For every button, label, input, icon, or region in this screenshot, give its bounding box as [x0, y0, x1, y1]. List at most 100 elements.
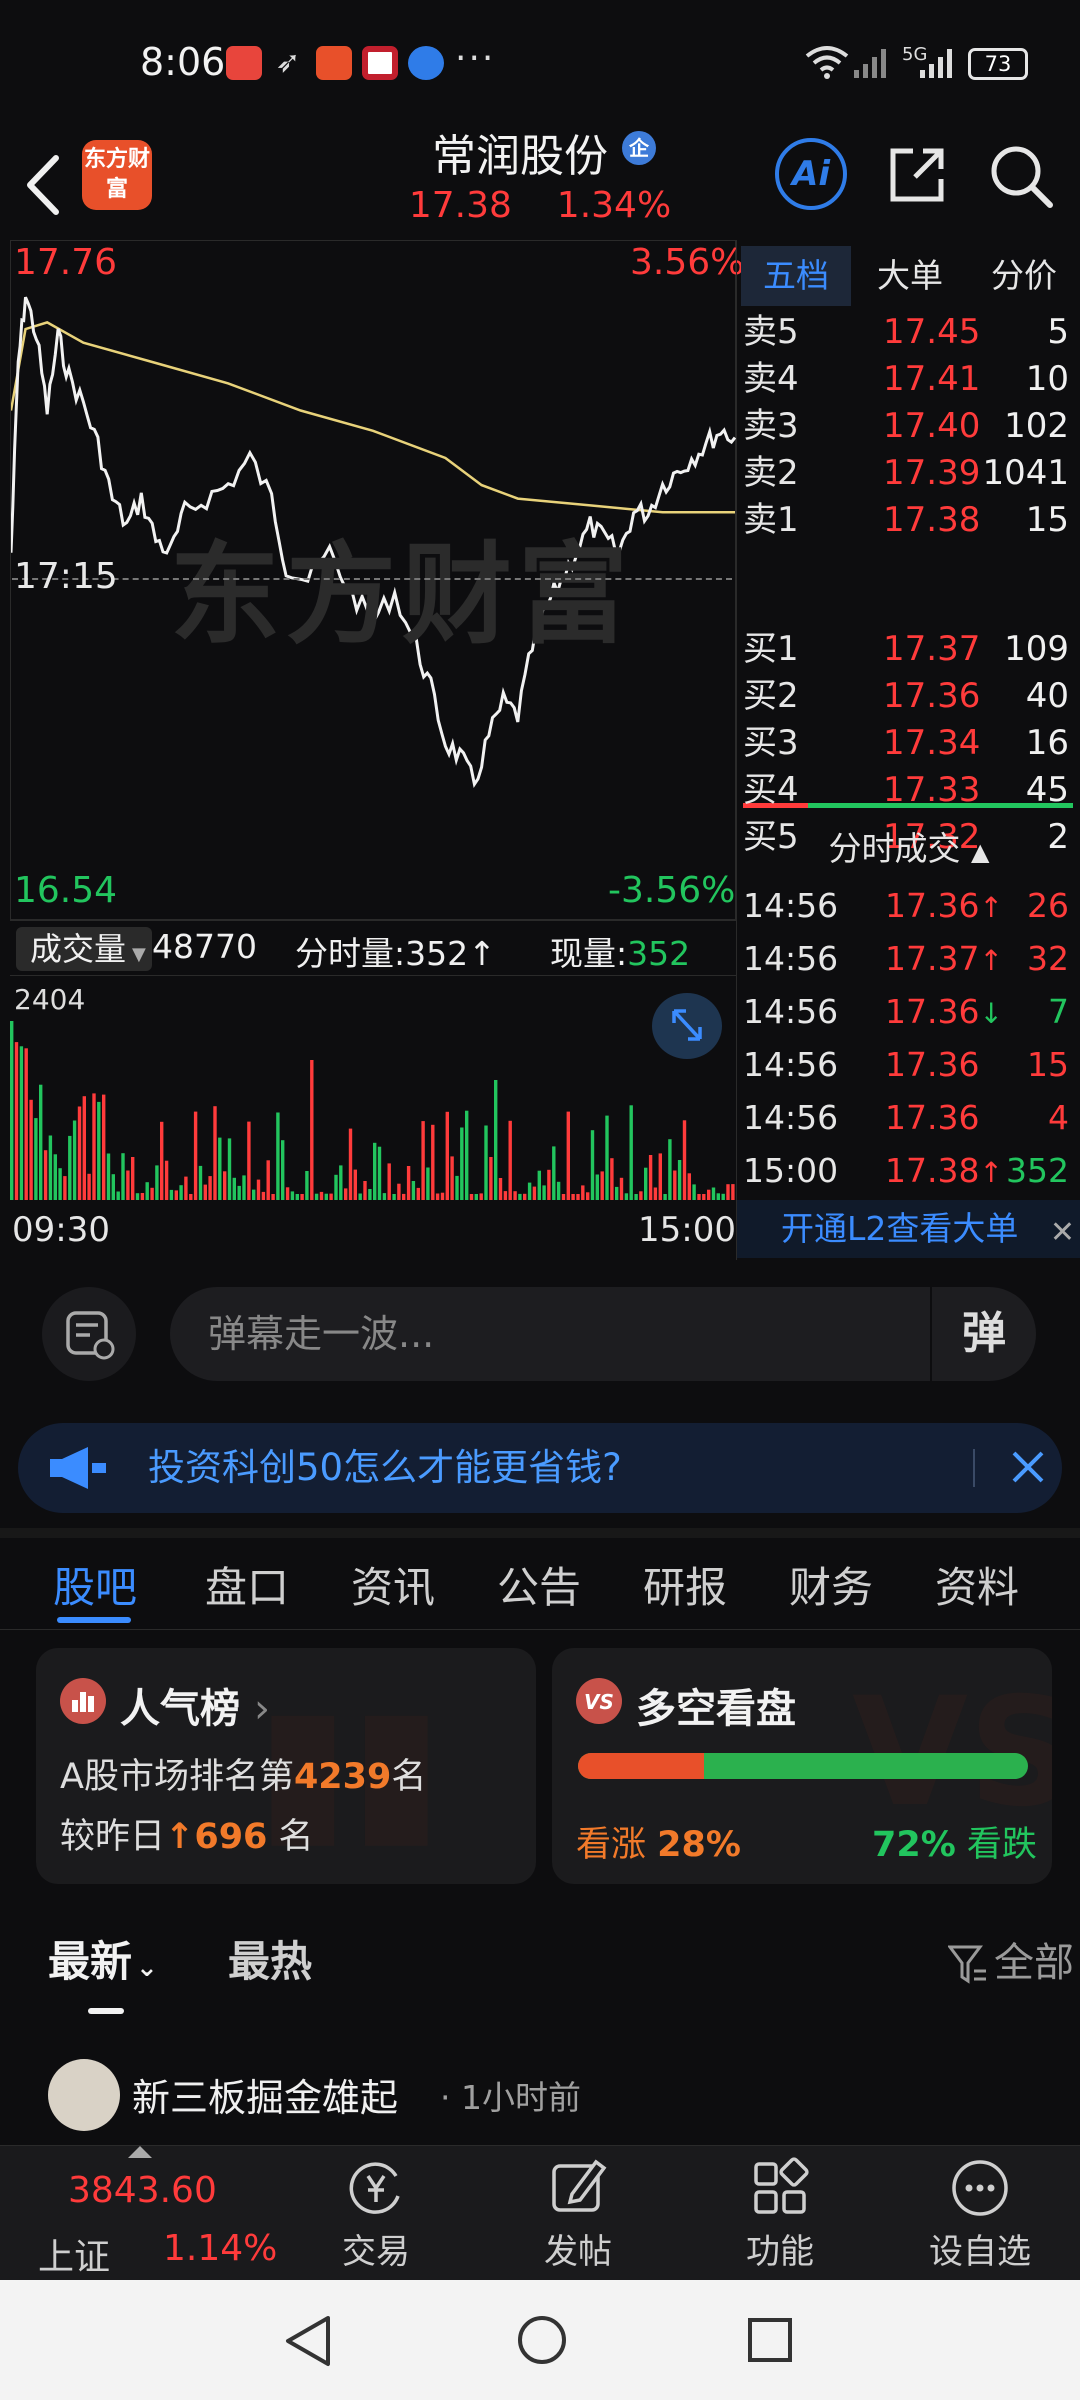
volume-bar — [726, 1184, 730, 1200]
post-item[interactable]: 新三板掘金雄起 · 1小时前 — [0, 2055, 1080, 2145]
tab-five-levels[interactable]: 五档 — [741, 246, 851, 306]
index-change[interactable]: 1.14% — [163, 2228, 277, 2269]
search-icon[interactable] — [988, 143, 1054, 209]
announcement-text[interactable]: 投资科创50怎么才能更省钱? — [148, 1423, 622, 1513]
popularity-title: 人气榜 › — [120, 1686, 270, 1732]
indicator-select[interactable]: 成交量 ▼ — [16, 927, 152, 971]
volume-bar — [242, 1175, 246, 1200]
volume-bar — [111, 1174, 115, 1200]
ask-row[interactable]: 卖3 17.40 102 — [743, 402, 1077, 450]
grid-icon — [754, 2157, 809, 2214]
l2-promo-banner[interactable]: 开通L2查看大单 ✕ — [737, 1200, 1080, 1258]
tab-research[interactable]: 研报 — [630, 1554, 740, 1615]
volume-bar — [58, 1168, 62, 1200]
popularity-card[interactable]: ▮▮ 人气榜 › A股市场排名第4239名 较昨日↑696 名 — [36, 1648, 536, 1884]
volume-bar — [566, 1111, 570, 1200]
bid-row[interactable]: 买1 17.37 109 — [743, 625, 1077, 673]
tab-big-orders[interactable]: 大单 — [855, 246, 965, 306]
expand-chart-button[interactable] — [652, 993, 722, 1059]
trade-button[interactable]: 交易 — [306, 2156, 446, 2273]
filter-button[interactable]: 全部 — [947, 1930, 1074, 1988]
avatar[interactable] — [48, 2059, 120, 2131]
volume-bar — [702, 1194, 706, 1200]
volume-bar — [595, 1174, 599, 1200]
bid-qty: 40 — [1025, 676, 1069, 716]
volume-bar — [290, 1191, 295, 1200]
bid-price: 17.34 — [883, 723, 981, 763]
post-button[interactable]: 发帖 — [508, 2156, 648, 2273]
tab-price-distribution[interactable]: 分价 — [969, 246, 1079, 306]
volume-bar — [164, 1160, 169, 1200]
bid-row[interactable]: 买3 17.34 16 — [743, 719, 1077, 767]
volume-bar — [523, 1193, 527, 1200]
ask-row[interactable]: 卖4 17.41 10 — [743, 355, 1077, 403]
tick-time: 14:56 — [743, 1098, 839, 1137]
volume-bar — [619, 1177, 624, 1200]
volume-bar — [600, 1171, 604, 1200]
volume-bar-chart — [10, 1021, 735, 1200]
tab-market-depth[interactable]: 盘口 — [192, 1554, 302, 1615]
nav-home-icon[interactable] — [514, 2312, 570, 2368]
rank-change: 较昨日↑696 名 — [60, 1817, 314, 1857]
close-icon[interactable] — [998, 1437, 1058, 1497]
volume-bar — [160, 1121, 164, 1200]
tick-price: 17.36↑ — [885, 886, 1003, 925]
bid-row[interactable]: 买4 17.33 45 — [743, 766, 1077, 814]
volume-bar — [421, 1121, 425, 1200]
volume-bar — [140, 1193, 145, 1200]
volume-bar — [687, 1173, 691, 1200]
tab-financials[interactable]: 财务 — [776, 1554, 886, 1615]
post-username[interactable]: 新三板掘金雄起 — [132, 2067, 398, 2122]
volume-bar — [634, 1194, 638, 1200]
tick-time: 14:56 — [743, 886, 839, 925]
volume-bar — [174, 1190, 178, 1200]
tab-forum[interactable]: 股吧 — [40, 1554, 150, 1615]
share-icon[interactable] — [885, 143, 949, 207]
more-notifications-icon: ··· — [455, 38, 496, 79]
danmaku-toggle-button[interactable]: 弹 — [930, 1287, 1036, 1381]
enterprise-badge: 企 — [622, 131, 656, 165]
volume-bar — [92, 1093, 96, 1200]
add-watchlist-button[interactable]: 设自选 — [910, 2156, 1050, 2273]
volume-bar — [537, 1170, 541, 1200]
danmaku-input[interactable]: 弹幕走一波... 弹 — [170, 1287, 1036, 1381]
tab-announcements[interactable]: 公告 — [484, 1554, 594, 1615]
market-rank: A股市场排名第4239名 — [60, 1757, 427, 1797]
tab-profile[interactable]: 资料 — [922, 1554, 1032, 1615]
promo-announcement[interactable]: 投资科创50怎么才能更省钱? — [18, 1423, 1062, 1513]
sort-hot[interactable]: 最热 — [228, 1928, 312, 1989]
volume-bar — [193, 1111, 198, 1200]
volume-bar — [445, 1111, 449, 1200]
tick-trades-title[interactable]: 分时成交 ▲ — [737, 822, 1080, 870]
tick-row: 15:00 17.38↑ 352 — [743, 1145, 1077, 1197]
functions-button[interactable]: 功能 — [710, 2156, 850, 2273]
close-icon[interactable]: ✕ — [1050, 1204, 1075, 1262]
tab-news[interactable]: 资讯 — [338, 1554, 448, 1615]
volume-bar — [227, 1138, 232, 1200]
bid-price: 17.37 — [883, 629, 981, 669]
huawei-app-icon — [226, 46, 262, 80]
nav-back-icon[interactable] — [280, 2312, 336, 2370]
nav-recents-icon[interactable] — [744, 2314, 796, 2366]
volume-info-bar: 成交量 ▼ 48770 分时量:352↑ 现量:352 — [10, 920, 736, 976]
volume-bar — [344, 1188, 348, 1200]
volume-bar — [295, 1194, 299, 1200]
ask-row[interactable]: 卖1 17.38 15 — [743, 496, 1077, 544]
index-name[interactable]: 上证 — [38, 2228, 110, 2280]
expand-icon — [672, 1009, 702, 1041]
bid-row[interactable]: 买2 17.36 40 — [743, 672, 1077, 720]
volume-bar — [402, 1193, 406, 1200]
ask-level: 卖2 — [743, 453, 799, 493]
divider — [973, 1449, 975, 1487]
ask-row[interactable]: 卖2 17.39 1041 — [743, 449, 1077, 497]
sort-newest[interactable]: 最新 ⌄ — [48, 1928, 158, 1989]
ai-assistant-button[interactable]: Ai — [775, 138, 847, 210]
volume-bar — [281, 1140, 285, 1200]
volume-bar — [169, 1189, 174, 1200]
volume-bar — [653, 1187, 658, 1200]
danmaku-settings-button[interactable] — [42, 1287, 136, 1381]
tick-qty: 15 — [1027, 1045, 1069, 1084]
index-value[interactable]: 3843.60 — [68, 2170, 217, 2211]
ask-price: 17.45 — [883, 312, 981, 352]
ask-row[interactable]: 卖5 17.45 5 — [743, 308, 1077, 356]
